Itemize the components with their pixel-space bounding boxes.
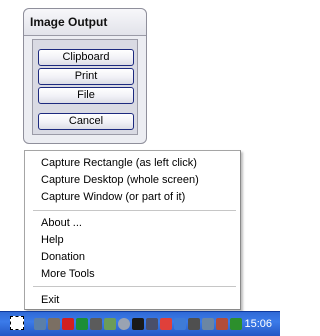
volume-icon[interactable] xyxy=(146,318,158,330)
tray-icons xyxy=(6,316,242,332)
printer-icon[interactable] xyxy=(188,318,200,330)
menu-item-donation[interactable]: Donation xyxy=(41,249,85,265)
menu-separator xyxy=(33,210,236,211)
cancel-button[interactable]: Cancel xyxy=(38,113,134,130)
system-tray: 15:06 xyxy=(0,311,280,336)
menu-item-help[interactable]: Help xyxy=(41,232,64,248)
network-icon[interactable] xyxy=(202,318,214,330)
gear-icon[interactable] xyxy=(104,318,116,330)
menu-item-capture-rectangle[interactable]: Capture Rectangle (as left click) xyxy=(41,155,197,171)
menu-item-more-tools[interactable]: More Tools xyxy=(41,266,95,282)
cursor-icon[interactable] xyxy=(132,318,144,330)
tool-icon[interactable] xyxy=(48,318,60,330)
menu-separator xyxy=(33,286,236,287)
file-button[interactable]: File xyxy=(38,87,134,104)
context-menu: Capture Rectangle (as left click) Captur… xyxy=(24,150,241,310)
antivirus-icon[interactable] xyxy=(62,318,74,330)
menu-item-exit[interactable]: Exit xyxy=(41,292,59,308)
menu-item-about[interactable]: About ... xyxy=(41,215,82,231)
battery-icon[interactable] xyxy=(160,318,172,330)
clipboard-button[interactable]: Clipboard xyxy=(38,49,134,66)
network-icon[interactable] xyxy=(34,318,46,330)
clock-icon[interactable] xyxy=(118,318,130,330)
security-icon[interactable] xyxy=(174,318,186,330)
tray-clock[interactable]: 15:06 xyxy=(244,316,272,332)
image-output-panel: Image Output Clipboard Print File Cancel xyxy=(23,8,147,144)
panel-title: Image Output xyxy=(24,9,146,36)
gear-icon[interactable] xyxy=(230,318,242,330)
print-button[interactable]: Print xyxy=(38,68,134,85)
shield-icon[interactable] xyxy=(216,318,228,330)
panel-body: Clipboard Print File Cancel xyxy=(32,39,138,135)
menu-item-capture-window[interactable]: Capture Window (or part of it) xyxy=(41,189,185,205)
menu-item-capture-desktop[interactable]: Capture Desktop (whole screen) xyxy=(41,172,199,188)
shield-icon[interactable] xyxy=(76,318,88,330)
printer-icon[interactable] xyxy=(90,318,102,330)
